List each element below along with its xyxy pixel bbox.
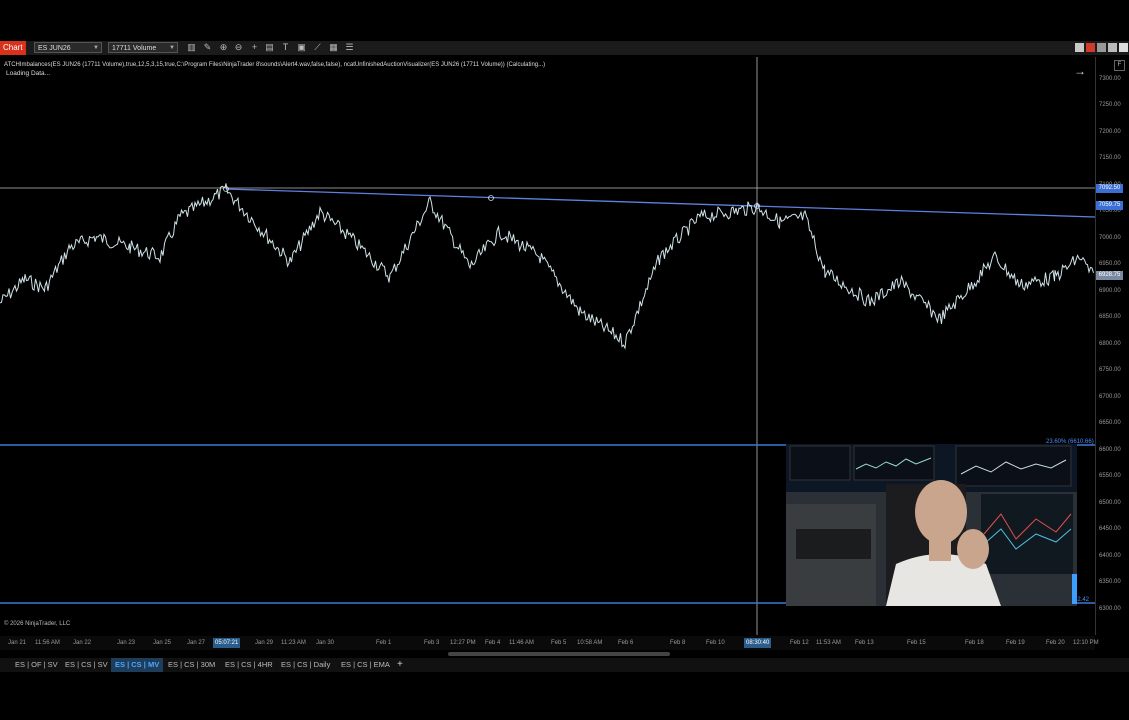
red-window-icon[interactable]: [1086, 43, 1095, 52]
drawing-tool-icon[interactable]: ✎: [202, 42, 213, 53]
chart-tab[interactable]: ES | CS | 30M: [164, 658, 219, 672]
price-axis-label: 6600.00: [1099, 447, 1121, 453]
price-axis-label: 7000.00: [1099, 235, 1121, 241]
instrument-value: ES JUN26: [38, 45, 71, 52]
time-axis-label: 11:53 AM: [816, 640, 841, 646]
chevron-down-icon: ▼: [169, 45, 175, 51]
time-axis-label: Feb 6: [618, 640, 634, 646]
indicators-icon[interactable]: ☰: [344, 42, 355, 53]
chart-tab[interactable]: ES | OF | SV: [11, 658, 62, 672]
time-axis-label: 12:27 PM: [450, 640, 476, 646]
crosshair-price-tag: 7092.50: [1096, 184, 1123, 193]
price-axis-label: 7200.00: [1099, 129, 1121, 135]
time-axis-label: Jan 21: [8, 640, 27, 646]
time-axis-label: Feb 18: [965, 640, 984, 646]
last-price-tag: 6928.75: [1096, 271, 1123, 280]
price-axis-label: 6400.00: [1099, 553, 1121, 559]
strategy-icon[interactable]: ⟋: [312, 42, 323, 53]
time-axis-label: Jan 29: [255, 640, 274, 646]
horizontal-scrollbar[interactable]: [448, 652, 670, 656]
crosshair-icon[interactable]: +: [249, 42, 260, 53]
zoom-in-icon[interactable]: ⊕: [218, 42, 229, 53]
chart-tab[interactable]: ES | CS | Daily: [277, 658, 334, 672]
chevron-down-icon: ▼: [93, 45, 99, 51]
price-axis-label: 7300.00: [1099, 76, 1121, 82]
price-axis-label: 6950.00: [1099, 261, 1121, 267]
properties-icon[interactable]: ▤: [264, 42, 275, 53]
time-axis-label: Jan 25: [153, 640, 172, 646]
time-axis-label: 11:23 AM: [281, 640, 306, 646]
time-axis-label: Feb 5: [551, 640, 567, 646]
price-axis-label: 6300.00: [1099, 606, 1121, 612]
scroll-right-arrow-icon[interactable]: →: [1074, 64, 1086, 78]
time-axis-label: Feb 12: [790, 640, 809, 646]
time-axis-label: Feb 3: [424, 640, 440, 646]
price-axis-label: 6800.00: [1099, 341, 1121, 347]
chart-window-tag[interactable]: Chart: [0, 41, 26, 55]
crosshair-time-tag: 08:30:40: [744, 638, 772, 648]
price-axis-label: 6450.00: [1099, 526, 1121, 532]
time-axis-label: Jan 23: [117, 640, 136, 646]
chart-tab[interactable]: ES | CS | SV: [61, 658, 112, 672]
trendline[interactable]: [225, 188, 1095, 218]
time-axis-label: 11:56 AM: [35, 640, 60, 646]
time-axis-label: Feb 20: [1046, 640, 1065, 646]
add-tab-button[interactable]: +: [397, 658, 403, 672]
maximize-icon[interactable]: [1108, 43, 1117, 52]
snapshot-icon[interactable]: ▦: [328, 42, 339, 53]
time-axis-label: Jan 27: [187, 640, 206, 646]
minimize-icon[interactable]: [1097, 43, 1106, 52]
loading-status: Loading Data...: [6, 70, 51, 77]
chart-tab-bar: ES | OF | SV ES | CS | SV ES | CS | MV ES |…: [0, 658, 1129, 672]
time-axis-label: 12:10 PM: [1073, 640, 1099, 646]
time-axis-label: Feb 19: [1006, 640, 1025, 646]
zoom-out-icon[interactable]: ⊖: [233, 42, 244, 53]
indicator-description: ATCHImbalances(ES JUN26 (17711 Volume),t…: [4, 62, 546, 68]
time-axis-label: Jan 30: [316, 640, 335, 646]
bar-type-value: 17711 Volume: [112, 45, 157, 52]
close-icon[interactable]: [1119, 43, 1128, 52]
webcam-overlay: [786, 444, 1077, 606]
copyright-text: © 2026 NinjaTrader, LLC: [4, 621, 71, 627]
price-axis-label: 6850.00: [1099, 314, 1121, 320]
time-axis-label: Feb 4: [485, 640, 501, 646]
chart-tab[interactable]: ES | CS | 4HR: [221, 658, 277, 672]
bar-type-selector[interactable]: 17711 Volume ▼: [108, 42, 178, 53]
instrument-selector[interactable]: ES JUN26 ▼: [34, 42, 102, 53]
price-axis-label: 6350.00: [1099, 579, 1121, 585]
text-tool-icon[interactable]: T: [280, 42, 291, 53]
time-axis-label: Jan 22: [73, 640, 92, 646]
price-axis-label: 6900.00: [1099, 288, 1121, 294]
restore-tab-icon[interactable]: [1075, 43, 1084, 52]
f-button[interactable]: F: [1114, 60, 1125, 71]
time-axis-label: Feb 8: [670, 640, 686, 646]
chart-toolbar: Chart ES JUN26 ▼ 17711 Volume ▼ ▥ ✎ ⊕ ⊖ …: [0, 41, 1129, 55]
price-axis-label: 6550.00: [1099, 473, 1121, 479]
price-axis-label: 6700.00: [1099, 394, 1121, 400]
time-axis-label: 11:46 AM: [509, 640, 534, 646]
time-axis-label: Feb 15: [907, 640, 926, 646]
trendline-price-tag: 7059.75: [1096, 201, 1123, 210]
chart-tab[interactable]: ES | CS | MV: [111, 658, 164, 672]
webcam-video-frame: [786, 444, 1077, 606]
time-axis-label: Feb 10: [706, 640, 725, 646]
chart-tab[interactable]: ES | CS | EMA: [337, 658, 394, 672]
price-axis-label: 6650.00: [1099, 420, 1121, 426]
price-series-line: [0, 183, 1094, 350]
bar-style-icon[interactable]: ▥: [186, 42, 197, 53]
price-axis-label: 6500.00: [1099, 500, 1121, 506]
time-axis-label: Feb 1: [376, 640, 392, 646]
price-axis-label: 7250.00: [1099, 102, 1121, 108]
crosshair-time-tag-start: 05:07:21: [213, 638, 241, 648]
price-axis-label: 7150.00: [1099, 155, 1121, 161]
time-axis-label: 10:58 AM: [577, 640, 603, 646]
chart-trader-icon[interactable]: ▣: [296, 42, 307, 53]
time-axis-label: Feb 13: [855, 640, 874, 646]
fibonacci-lower-label: 12.42: [1074, 597, 1090, 603]
price-axis-label: 6750.00: [1099, 367, 1121, 373]
